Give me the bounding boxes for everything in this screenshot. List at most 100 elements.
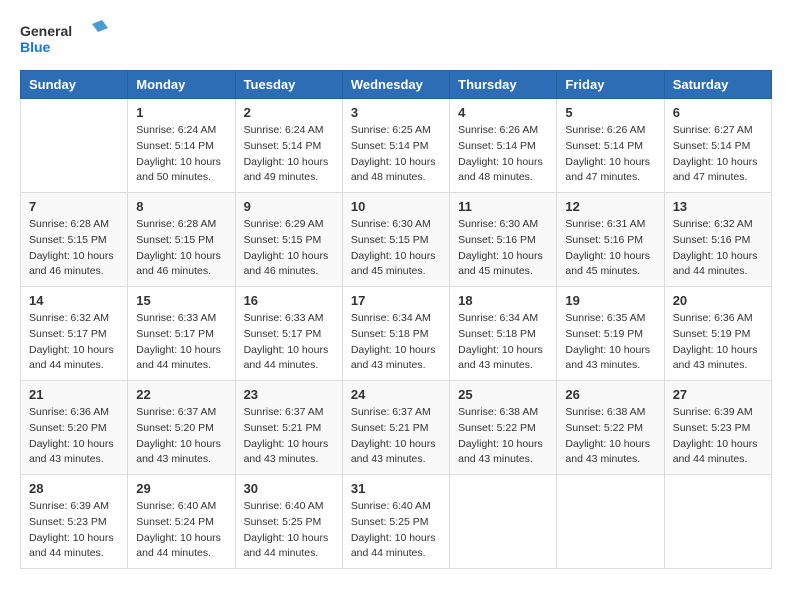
calendar-cell: 14 Sunrise: 6:32 AM Sunset: 5:17 PM Dayli… (21, 287, 128, 381)
day-number: 7 (29, 199, 119, 214)
day-number: 17 (351, 293, 441, 308)
calendar-table: SundayMondayTuesdayWednesdayThursdayFrid… (20, 70, 772, 569)
calendar-cell: 13 Sunrise: 6:32 AM Sunset: 5:16 PM Dayli… (664, 193, 771, 287)
header-cell-friday: Friday (557, 71, 664, 99)
calendar-cell: 11 Sunrise: 6:30 AM Sunset: 5:16 PM Dayli… (450, 193, 557, 287)
day-number: 21 (29, 387, 119, 402)
day-info: Sunrise: 6:40 AM Sunset: 5:24 PM Dayligh… (136, 499, 226, 562)
day-number: 1 (136, 105, 226, 120)
day-info: Sunrise: 6:36 AM Sunset: 5:19 PM Dayligh… (673, 311, 763, 374)
day-info: Sunrise: 6:38 AM Sunset: 5:22 PM Dayligh… (565, 405, 655, 468)
calendar-body: 1 Sunrise: 6:24 AM Sunset: 5:14 PM Daylig… (21, 99, 772, 569)
day-info: Sunrise: 6:33 AM Sunset: 5:17 PM Dayligh… (136, 311, 226, 374)
day-info: Sunrise: 6:35 AM Sunset: 5:19 PM Dayligh… (565, 311, 655, 374)
header-cell-sunday: Sunday (21, 71, 128, 99)
day-number: 22 (136, 387, 226, 402)
calendar-cell (450, 475, 557, 569)
day-number: 18 (458, 293, 548, 308)
calendar-cell: 12 Sunrise: 6:31 AM Sunset: 5:16 PM Dayli… (557, 193, 664, 287)
day-number: 19 (565, 293, 655, 308)
day-number: 20 (673, 293, 763, 308)
week-row-3: 14 Sunrise: 6:32 AM Sunset: 5:17 PM Dayli… (21, 287, 772, 381)
header-cell-tuesday: Tuesday (235, 71, 342, 99)
day-info: Sunrise: 6:30 AM Sunset: 5:16 PM Dayligh… (458, 217, 548, 280)
calendar-cell: 1 Sunrise: 6:24 AM Sunset: 5:14 PM Daylig… (128, 99, 235, 193)
day-info: Sunrise: 6:40 AM Sunset: 5:25 PM Dayligh… (351, 499, 441, 562)
day-info: Sunrise: 6:28 AM Sunset: 5:15 PM Dayligh… (136, 217, 226, 280)
day-number: 9 (244, 199, 334, 214)
day-number: 6 (673, 105, 763, 120)
calendar-cell: 18 Sunrise: 6:34 AM Sunset: 5:18 PM Dayli… (450, 287, 557, 381)
day-info: Sunrise: 6:24 AM Sunset: 5:14 PM Dayligh… (244, 123, 334, 186)
calendar-cell: 20 Sunrise: 6:36 AM Sunset: 5:19 PM Dayli… (664, 287, 771, 381)
calendar-cell: 26 Sunrise: 6:38 AM Sunset: 5:22 PM Dayli… (557, 381, 664, 475)
day-number: 16 (244, 293, 334, 308)
logo-svg: General Blue (20, 20, 110, 60)
day-info: Sunrise: 6:31 AM Sunset: 5:16 PM Dayligh… (565, 217, 655, 280)
day-info: Sunrise: 6:29 AM Sunset: 5:15 PM Dayligh… (244, 217, 334, 280)
calendar-header: SundayMondayTuesdayWednesdayThursdayFrid… (21, 71, 772, 99)
week-row-2: 7 Sunrise: 6:28 AM Sunset: 5:15 PM Daylig… (21, 193, 772, 287)
day-info: Sunrise: 6:37 AM Sunset: 5:20 PM Dayligh… (136, 405, 226, 468)
calendar-cell: 8Sunrise: 6:28 AM Sunset: 5:15 PM Daylig… (128, 193, 235, 287)
day-info: Sunrise: 6:26 AM Sunset: 5:14 PM Dayligh… (458, 123, 548, 186)
calendar-cell: 23Sunrise: 6:37 AM Sunset: 5:21 PM Dayli… (235, 381, 342, 475)
day-info: Sunrise: 6:33 AM Sunset: 5:17 PM Dayligh… (244, 311, 334, 374)
calendar-cell: 19 Sunrise: 6:35 AM Sunset: 5:19 PM Dayli… (557, 287, 664, 381)
day-number: 27 (673, 387, 763, 402)
day-info: Sunrise: 6:24 AM Sunset: 5:14 PM Dayligh… (136, 123, 226, 186)
calendar-cell (21, 99, 128, 193)
calendar-cell: 21 Sunrise: 6:36 AM Sunset: 5:20 PM Dayli… (21, 381, 128, 475)
calendar-cell: 15 Sunrise: 6:33 AM Sunset: 5:17 PM Dayli… (128, 287, 235, 381)
day-number: 3 (351, 105, 441, 120)
calendar-cell: 9 Sunrise: 6:29 AM Sunset: 5:15 PM Daylig… (235, 193, 342, 287)
day-info: Sunrise: 6:32 AM Sunset: 5:17 PM Dayligh… (29, 311, 119, 374)
day-info: Sunrise: 6:39 AM Sunset: 5:23 PM Dayligh… (673, 405, 763, 468)
day-info: Sunrise: 6:32 AM Sunset: 5:16 PM Dayligh… (673, 217, 763, 280)
day-number: 23 (244, 387, 334, 402)
day-number: 5 (565, 105, 655, 120)
day-info: Sunrise: 6:40 AM Sunset: 5:25 PM Dayligh… (244, 499, 334, 562)
day-number: 26 (565, 387, 655, 402)
day-number: 11 (458, 199, 548, 214)
day-number: 2 (244, 105, 334, 120)
page-header: General Blue (20, 20, 772, 60)
calendar-cell: 30 Sunrise: 6:40 AM Sunset: 5:25 PM Dayli… (235, 475, 342, 569)
calendar-cell: 10Sunrise: 6:30 AM Sunset: 5:15 PM Dayli… (342, 193, 449, 287)
day-number: 24 (351, 387, 441, 402)
header-cell-wednesday: Wednesday (342, 71, 449, 99)
calendar-cell: 31Sunrise: 6:40 AM Sunset: 5:25 PM Dayli… (342, 475, 449, 569)
calendar-cell: 29 Sunrise: 6:40 AM Sunset: 5:24 PM Dayli… (128, 475, 235, 569)
day-number: 10 (351, 199, 441, 214)
week-row-1: 1 Sunrise: 6:24 AM Sunset: 5:14 PM Daylig… (21, 99, 772, 193)
calendar-cell (557, 475, 664, 569)
day-number: 12 (565, 199, 655, 214)
day-info: Sunrise: 6:26 AM Sunset: 5:14 PM Dayligh… (565, 123, 655, 186)
calendar-cell: 2 Sunrise: 6:24 AM Sunset: 5:14 PM Daylig… (235, 99, 342, 193)
day-info: Sunrise: 6:34 AM Sunset: 5:18 PM Dayligh… (351, 311, 441, 374)
day-info: Sunrise: 6:25 AM Sunset: 5:14 PM Dayligh… (351, 123, 441, 186)
week-row-4: 21 Sunrise: 6:36 AM Sunset: 5:20 PM Dayli… (21, 381, 772, 475)
logo-swoosh (92, 20, 108, 32)
header-cell-saturday: Saturday (664, 71, 771, 99)
day-number: 25 (458, 387, 548, 402)
calendar-cell: 17 Sunrise: 6:34 AM Sunset: 5:18 PM Dayli… (342, 287, 449, 381)
day-number: 13 (673, 199, 763, 214)
day-info: Sunrise: 6:39 AM Sunset: 5:23 PM Dayligh… (29, 499, 119, 562)
calendar-cell: 4Sunrise: 6:26 AM Sunset: 5:14 PM Daylig… (450, 99, 557, 193)
header-cell-thursday: Thursday (450, 71, 557, 99)
day-info: Sunrise: 6:37 AM Sunset: 5:21 PM Dayligh… (351, 405, 441, 468)
header-cell-monday: Monday (128, 71, 235, 99)
day-info: Sunrise: 6:36 AM Sunset: 5:20 PM Dayligh… (29, 405, 119, 468)
day-number: 30 (244, 481, 334, 496)
day-number: 15 (136, 293, 226, 308)
day-number: 29 (136, 481, 226, 496)
calendar-cell: 16 Sunrise: 6:33 AM Sunset: 5:17 PM Dayli… (235, 287, 342, 381)
logo: General Blue (20, 20, 110, 60)
day-info: Sunrise: 6:34 AM Sunset: 5:18 PM Dayligh… (458, 311, 548, 374)
day-number: 14 (29, 293, 119, 308)
calendar-cell: 7Sunrise: 6:28 AM Sunset: 5:15 PM Daylig… (21, 193, 128, 287)
day-info: Sunrise: 6:27 AM Sunset: 5:14 PM Dayligh… (673, 123, 763, 186)
logo-general: General (20, 23, 72, 39)
logo-blue: Blue (20, 39, 51, 55)
